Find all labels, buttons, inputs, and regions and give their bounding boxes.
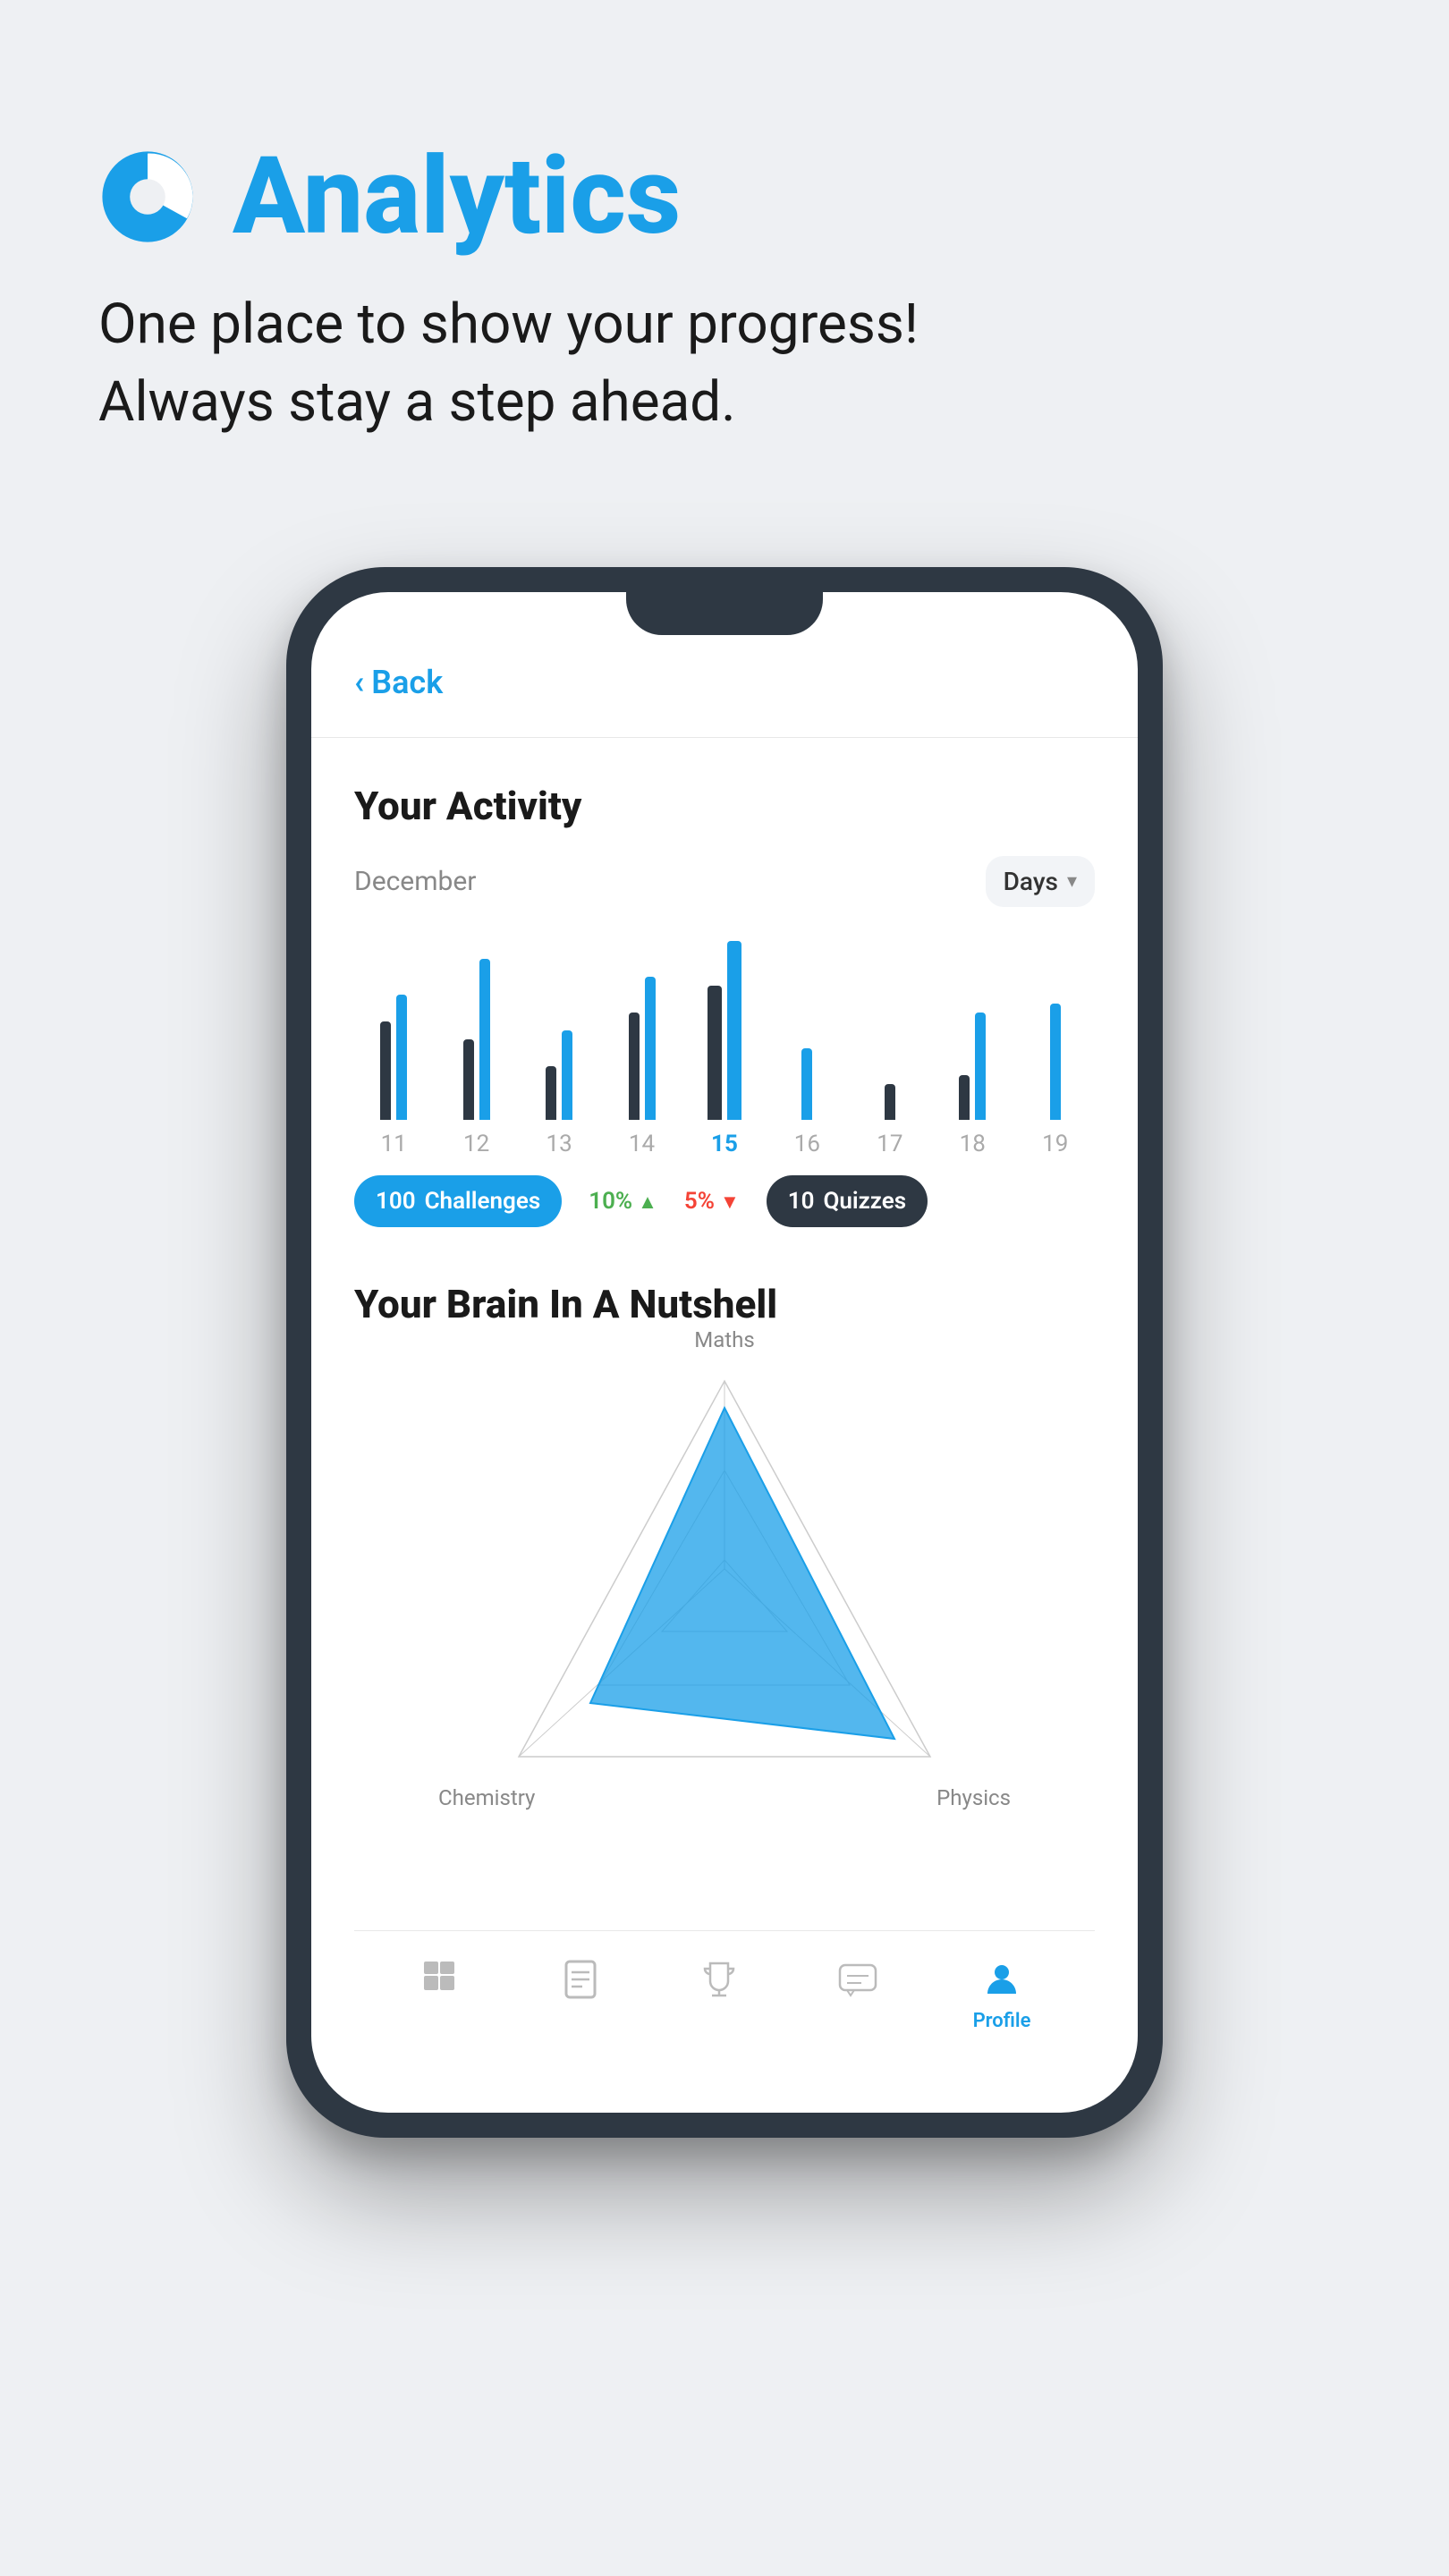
bar-dark-14 — [629, 1013, 640, 1120]
nav-item-home[interactable]: . — [419, 1956, 465, 2032]
bar-dark-18 — [959, 1075, 970, 1120]
bar-chart: 11 12 — [354, 943, 1095, 1157]
challenges-count: 100 — [376, 1188, 416, 1215]
bar-container-16 — [801, 941, 812, 1120]
chat-icon — [835, 1956, 881, 2003]
back-button[interactable]: ‹ Back — [354, 664, 1095, 701]
label-maths: Maths — [694, 1327, 754, 1352]
subtitle: One place to show your progress! Always … — [98, 286, 1351, 442]
bar-dark-13 — [546, 1066, 556, 1120]
brain-section: Your Brain In A Nutshell Maths Chemistry… — [354, 1281, 1095, 1828]
bar-group-17: 17 — [860, 941, 920, 1157]
bar-blue-12 — [479, 959, 490, 1120]
stats-row: 100 Challenges 10% 5% 10 — [354, 1175, 1095, 1227]
screen-content: ‹ Back Your Activity December Days ▾ — [311, 592, 1138, 2113]
brain-title: Your Brain In A Nutshell — [354, 1281, 1095, 1327]
bar-group-11: 11 — [363, 941, 424, 1157]
bar-container-11 — [380, 941, 407, 1120]
activity-section: Your Activity December Days ▾ — [354, 783, 1095, 1272]
bar-container-15 — [708, 941, 741, 1120]
days-dropdown[interactable]: Days ▾ — [986, 856, 1095, 907]
bar-container-17 — [885, 941, 895, 1120]
profile-icon — [979, 1956, 1025, 2003]
bar-group-15: 15 — [694, 941, 755, 1157]
activity-title: Your Activity — [354, 783, 1095, 829]
bar-label-19: 19 — [1042, 1131, 1068, 1157]
bar-group-12: 12 — [445, 941, 506, 1157]
percent1: 10% — [589, 1188, 657, 1215]
radar-labels: Maths Chemistry Physics — [465, 1354, 984, 1801]
bar-dark-17 — [885, 1084, 895, 1120]
analytics-icon — [98, 148, 197, 246]
bar-blue-16 — [801, 1048, 812, 1120]
bar-blue-19 — [1050, 1004, 1061, 1120]
bar-label-17: 17 — [877, 1131, 902, 1157]
trophy-icon — [696, 1956, 742, 2003]
header-section: Analytics One place to show your progres… — [98, 143, 1351, 442]
phone-mockup: ‹ Back Your Activity December Days ▾ — [286, 567, 1163, 2138]
percent2: 5% — [684, 1188, 740, 1215]
quizzes-badge: 10 Quizzes — [767, 1175, 928, 1227]
bar-blue-11 — [396, 995, 407, 1120]
nav-label-profile: Profile — [973, 2010, 1031, 2032]
bar-group-13: 13 — [529, 941, 589, 1157]
nav-label-home: . — [438, 2010, 444, 2032]
activity-header: December Days ▾ — [354, 856, 1095, 907]
bar-label-18: 18 — [960, 1131, 986, 1157]
bar-group-18: 18 — [942, 941, 1003, 1157]
divider — [311, 737, 1138, 738]
bar-label-13: 13 — [546, 1131, 572, 1157]
bar-blue-14 — [645, 977, 656, 1120]
title-row: Analytics — [98, 143, 1351, 250]
phone-screen: ‹ Back Your Activity December Days ▾ — [311, 592, 1138, 2113]
bar-label-15: 15 — [711, 1131, 738, 1157]
bar-container-14 — [629, 941, 656, 1120]
nav-label-book: . — [577, 2010, 582, 2032]
home-icon — [419, 1956, 465, 2003]
bar-container-12 — [463, 941, 490, 1120]
nav-item-profile[interactable]: Profile — [973, 1956, 1031, 2032]
bar-group-19: 19 — [1025, 941, 1086, 1157]
quizzes-count: 10 — [788, 1188, 815, 1215]
bar-blue-13 — [562, 1030, 572, 1120]
bar-container-13 — [546, 941, 572, 1120]
back-chevron-icon: ‹ — [354, 664, 364, 701]
bottom-nav: . . — [354, 1930, 1095, 2077]
radar-svg — [465, 1354, 984, 1801]
back-label: Back — [371, 664, 443, 701]
bar-label-11: 11 — [381, 1131, 407, 1157]
nav-item-book[interactable]: . — [557, 1956, 604, 2032]
bar-label-16: 16 — [794, 1131, 820, 1157]
nav-item-trophy[interactable]: . — [696, 1956, 742, 2032]
radar-chart: Maths Chemistry Physics — [354, 1354, 1095, 1801]
quizzes-label: Quizzes — [823, 1188, 906, 1215]
page-title: Analytics — [233, 143, 681, 250]
bar-dark-12 — [463, 1039, 474, 1120]
dropdown-arrow-icon: ▾ — [1067, 870, 1077, 893]
bar-dark-15 — [708, 986, 722, 1120]
bar-group-16: 16 — [776, 941, 837, 1157]
challenges-badge: 100 Challenges — [354, 1175, 562, 1227]
bar-group-14: 14 — [611, 941, 672, 1157]
nav-item-chat[interactable]: . — [835, 1956, 881, 2032]
arrow-down-icon — [720, 1188, 740, 1215]
arrow-up-icon — [638, 1188, 657, 1215]
month-label: December — [354, 866, 476, 897]
nav-label-trophy: . — [716, 2010, 721, 2032]
bar-blue-15 — [727, 941, 741, 1120]
phone-outer: ‹ Back Your Activity December Days ▾ — [286, 567, 1163, 2138]
book-icon — [557, 1956, 604, 2003]
nav-label-chat: . — [854, 2010, 860, 2032]
bar-blue-18 — [975, 1013, 986, 1120]
bar-container-18 — [959, 941, 986, 1120]
challenges-label: Challenges — [425, 1188, 541, 1215]
bar-label-14: 14 — [629, 1131, 655, 1157]
bar-dark-11 — [380, 1021, 391, 1120]
bar-label-12: 12 — [463, 1131, 489, 1157]
filter-label: Days — [1004, 867, 1058, 896]
phone-notch — [626, 592, 823, 635]
bar-container-19 — [1050, 941, 1061, 1120]
